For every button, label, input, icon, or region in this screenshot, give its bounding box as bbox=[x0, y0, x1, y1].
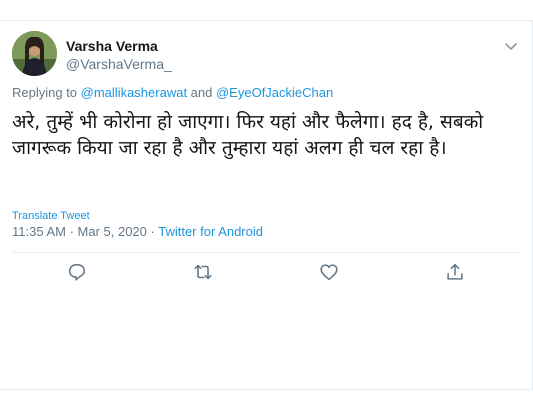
tweet-text: अरे, तुम्हें भी कोरोना हो जाएगा। फिर यहा… bbox=[12, 111, 484, 159]
tweet-header: Varsha Verma @VarshaVerma_ bbox=[12, 31, 520, 81]
reply-mention-2[interactable]: @EyeOfJackieChan bbox=[216, 85, 333, 100]
retweet-icon[interactable] bbox=[192, 261, 214, 283]
reply-icon[interactable] bbox=[66, 261, 88, 283]
author-handle[interactable]: @VarshaVerma_ bbox=[66, 55, 172, 73]
tweet-meta: 11:35 AM · Mar 5, 2020 · Twitter for And… bbox=[12, 224, 263, 239]
replying-conjunction: and bbox=[187, 85, 216, 100]
reply-mention-1[interactable]: @mallikasherawat bbox=[81, 85, 187, 100]
replying-prefix: Replying to bbox=[12, 85, 81, 100]
tweet-timestamp[interactable]: 11:35 AM · Mar 5, 2020 · bbox=[12, 224, 158, 239]
avatar[interactable] bbox=[12, 31, 57, 76]
author-display-name[interactable]: Varsha Verma bbox=[66, 37, 172, 55]
like-icon[interactable] bbox=[318, 261, 340, 283]
action-bar bbox=[0, 261, 532, 289]
tweet-card: Varsha Verma @VarshaVerma_ Replying to @… bbox=[0, 20, 533, 390]
divider bbox=[12, 252, 520, 253]
translate-tweet-link[interactable]: Translate Tweet bbox=[12, 210, 90, 222]
share-icon[interactable] bbox=[444, 261, 466, 283]
replying-to: Replying to @mallikasherawat and @EyeOfJ… bbox=[12, 85, 333, 100]
tweet-source[interactable]: Twitter for Android bbox=[158, 224, 263, 239]
chevron-down-icon[interactable] bbox=[504, 39, 518, 53]
author-names: Varsha Verma @VarshaVerma_ bbox=[66, 37, 172, 73]
